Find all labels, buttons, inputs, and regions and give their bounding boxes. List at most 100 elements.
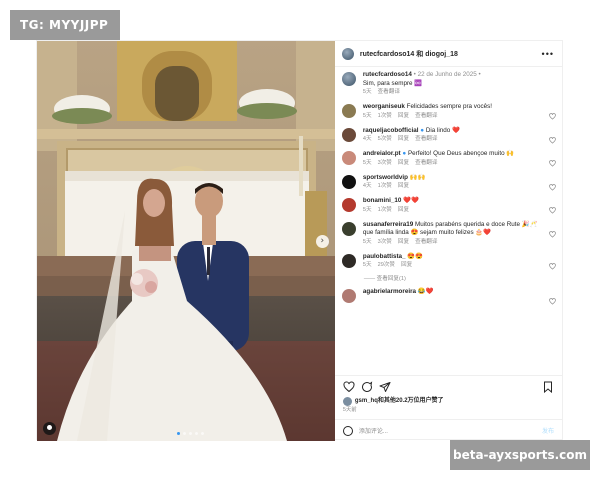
commenter-avatar[interactable] — [341, 151, 356, 165]
user-tag-icon[interactable] — [43, 422, 56, 435]
carousel-dots — [177, 432, 204, 435]
post-photo[interactable]: › — [37, 41, 335, 441]
carousel-dot — [201, 432, 204, 435]
comment-username[interactable]: sportsworldvip — [363, 174, 408, 181]
comment-likes[interactable]: 3次赞 — [378, 160, 392, 166]
comment-time: 5天 — [362, 206, 372, 213]
reply-button[interactable]: 回复 — [401, 262, 412, 268]
likes-summary[interactable]: gsm_hq和其他20.2万位用户赞了 — [335, 397, 562, 406]
reply-button[interactable]: 回复 — [398, 113, 409, 119]
commenter-avatar[interactable] — [341, 253, 356, 268]
action-bar — [334, 375, 562, 397]
reply-button[interactable]: 回复 — [398, 136, 409, 142]
comment-heart-icon[interactable] — [549, 257, 556, 270]
add-comment-input[interactable]: 添加评论... — [359, 426, 542, 435]
comment-text: Dia lindo ❤️ — [425, 126, 460, 134]
watermark-bottom: beta-ayxsports.com — [450, 440, 590, 470]
comment-time: 4天 — [362, 183, 372, 189]
comment-text: Felicidades sempre pra vocês! — [406, 103, 493, 110]
emoji-icon[interactable] — [342, 425, 353, 436]
comment-username[interactable]: agabrielarmoreira — [363, 288, 416, 295]
reply-button[interactable]: 回复 — [398, 239, 409, 245]
carousel-dot — [189, 432, 192, 435]
carousel-dot — [183, 432, 186, 435]
comment-likes[interactable]: 5次赞 — [378, 136, 392, 142]
comment-text: 😂❤️ — [417, 288, 434, 295]
comment-text: 😍😍 — [407, 252, 423, 260]
commenter-avatar[interactable] — [341, 127, 356, 142]
carousel-dot-active — [177, 432, 180, 435]
add-comment-bar: 添加评论... 发布 — [334, 419, 562, 441]
commenter-avatar[interactable] — [341, 174, 356, 189]
comment-likes[interactable]: 1次赞 — [378, 113, 392, 119]
view-replies-button[interactable]: —— 查看回复(1) — [364, 274, 562, 282]
caption-username[interactable]: rutecfcardoso14 — [363, 71, 412, 78]
commenter-avatar[interactable] — [341, 221, 356, 236]
comment-icon[interactable] — [361, 380, 373, 393]
author-avatar[interactable] — [341, 47, 354, 60]
bookmark-icon[interactable] — [542, 381, 554, 393]
comment-heart-icon[interactable] — [549, 154, 556, 167]
post-header: rutecfcardoso14 和 diogoj_18 ••• — [334, 41, 562, 67]
comment-item: weorganiseuk Felicidades sempre pra você… — [341, 103, 562, 121]
caption-date: • 22 de Junho de 2025 • — [411, 71, 481, 78]
translate-button[interactable]: 查看翻译 — [415, 113, 437, 119]
comment-heart-icon[interactable] — [549, 225, 556, 238]
comment-username[interactable]: paulobattista_ — [363, 253, 406, 260]
comment-item: susanaferreira19 Muitos parabéns querida… — [341, 221, 562, 247]
post-sidebar: rutecfcardoso14 和 diogoj_18 ••• rutecfca… — [334, 41, 562, 441]
comment-text: 🙌🙌 — [409, 173, 426, 181]
likes-text[interactable]: gsm_hq和其他20.2万位用户赞了 — [355, 397, 444, 406]
caption-text: Sim, para sempre ♾️ — [362, 79, 423, 87]
comment-username[interactable]: weorganiseuk — [363, 103, 405, 110]
caption: rutecfcardoso14 • 22 de Junho de 2025 • … — [341, 71, 562, 97]
comment-likes[interactable]: 29次赞 — [378, 262, 395, 268]
comment-text: Perfeito! Que Deus abençoe muito 🙌 — [407, 150, 515, 157]
commenter-avatar[interactable] — [341, 198, 356, 212]
comment-heart-icon[interactable] — [549, 131, 556, 144]
caption-avatar[interactable] — [341, 72, 356, 86]
comment-likes[interactable]: 1次赞 — [378, 207, 392, 213]
comment-time: 5天 — [362, 159, 372, 166]
comment-username[interactable]: andreialor.pt — [363, 150, 401, 157]
commenter-avatar[interactable] — [341, 104, 356, 118]
carousel-dot — [195, 432, 198, 435]
chevron-right-icon[interactable]: › — [315, 235, 329, 248]
translate-button[interactable]: 查看翻译 — [415, 239, 437, 245]
post-comment-button[interactable]: 发布 — [542, 426, 554, 435]
comment-likes[interactable]: 1次赞 — [378, 183, 392, 189]
comments-list[interactable]: rutecfcardoso14 • 22 de Junho de 2025 • … — [335, 67, 562, 375]
comment-time: 5天 — [362, 112, 372, 119]
post-authors[interactable]: rutecfcardoso14 和 diogoj_18 — [360, 49, 542, 59]
comment-username[interactable]: susanaferreira19 — [363, 221, 413, 228]
heart-icon[interactable] — [343, 380, 355, 393]
post-time: 5天前 — [342, 407, 357, 413]
reply-button[interactable]: 回复 — [398, 207, 409, 213]
more-horizontal-icon[interactable]: ••• — [542, 49, 554, 59]
comment-time: 4天 — [362, 136, 372, 142]
comment-heart-icon[interactable] — [549, 107, 556, 120]
comment-item: bonamini_10 ❤️❤️ 5天 1次赞 回复 — [341, 197, 562, 215]
comment-heart-icon[interactable] — [549, 201, 556, 214]
commenter-avatar[interactable] — [341, 289, 356, 303]
caption-time: 5天 — [362, 89, 372, 95]
comment-item: andreialor.pt ● Perfeito! Que Deus abenç… — [341, 150, 562, 168]
watermark-top: TG: MYYJJPP — [10, 10, 120, 40]
translate-button[interactable]: 查看翻译 — [415, 160, 437, 166]
comment-time: 5天 — [362, 262, 372, 268]
comment-username[interactable]: raqueljacobofficial — [363, 127, 419, 134]
liker-avatar — [342, 397, 352, 406]
verified-badge-icon: ● — [420, 126, 425, 134]
comment-username[interactable]: bonamini_10 — [363, 197, 402, 204]
reply-button[interactable]: 回复 — [398, 183, 409, 189]
comment-item: sportsworldvip 🙌🙌 4天 1次赞 回复 — [341, 173, 562, 192]
comment-heart-icon[interactable] — [549, 178, 556, 191]
caption-translate[interactable]: 查看翻译 — [378, 89, 400, 95]
translate-button[interactable]: 查看翻译 — [415, 136, 437, 142]
comment-likes[interactable]: 3次赞 — [378, 239, 392, 245]
reply-button[interactable]: 回复 — [398, 160, 409, 166]
share-icon[interactable] — [379, 381, 391, 393]
comment-heart-icon[interactable] — [549, 292, 556, 305]
instagram-post: › rutecfcardoso14 和 diogoj_18 ••• rutecf… — [36, 40, 563, 441]
wedding-photo-image — [37, 41, 335, 441]
